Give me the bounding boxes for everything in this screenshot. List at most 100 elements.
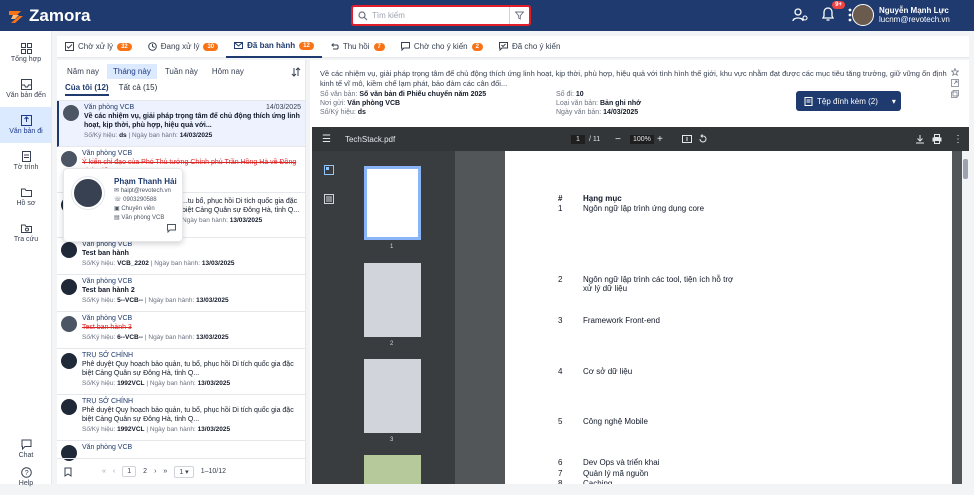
lock-icon[interactable] bbox=[63, 467, 73, 477]
prev-page-icon[interactable]: ‹ bbox=[113, 468, 115, 475]
popup-phone: ☏ 0903290588 bbox=[114, 197, 157, 203]
user-menu[interactable]: Nguyễn Mạnh Lực lucnm@revotech.vn bbox=[852, 4, 950, 26]
profile-popup: Phạm Thanh Hải ✉ haipt@revotech.vn ☏ 090… bbox=[63, 168, 183, 242]
zoom-out-icon[interactable]: − bbox=[615, 134, 621, 145]
comment-check-icon bbox=[498, 42, 508, 51]
tab-da-cho-y-kien[interactable]: Đã cho ý kiến bbox=[491, 36, 568, 58]
app-logo[interactable]: Zamora bbox=[7, 6, 90, 26]
page-thumbnail[interactable] bbox=[364, 455, 421, 484]
page-size-select[interactable]: 1 ▾ bbox=[174, 465, 194, 478]
pdf-viewer: ☰ TechStack.pdf 1 / 11 − 100% + ⋮ 1 2 3 … bbox=[312, 127, 969, 484]
nav-label: Tra cứu bbox=[13, 236, 39, 243]
star-icon[interactable] bbox=[951, 68, 959, 76]
item-meta: Số/Ký hiệu: ds | Ngày ban hành: 14/03/20… bbox=[84, 132, 213, 139]
undo-icon bbox=[331, 43, 339, 50]
popup-org: ▤ Văn phòng VCB bbox=[114, 215, 165, 221]
attachments-button[interactable]: Tệp đính kèm (2) ▾ bbox=[796, 91, 901, 111]
page-2[interactable]: 2 bbox=[143, 468, 147, 475]
scope-cua-toi[interactable]: Của tôi (12) bbox=[65, 83, 109, 96]
header-num: # bbox=[558, 194, 563, 203]
more-options-icon[interactable]: ⋮ bbox=[953, 134, 963, 145]
period-thang-nay[interactable]: Tháng này bbox=[107, 64, 157, 79]
list-item[interactable]: TRỤ SỞ CHÍNH Phê duyệt Quy hoạch bảo quả… bbox=[57, 349, 305, 395]
comment-icon bbox=[400, 42, 410, 51]
period-tuan-nay[interactable]: Tuần này bbox=[159, 64, 204, 79]
avatar bbox=[852, 4, 874, 26]
list-item[interactable]: TRỤ SỞ CHÍNH Phê duyệt Quy hoạch bảo quả… bbox=[57, 395, 305, 441]
user-settings-icon[interactable] bbox=[792, 7, 808, 23]
user-email: lucnm@revotech.vn bbox=[879, 15, 950, 24]
pdf-filename: TechStack.pdf bbox=[344, 134, 396, 144]
item-meta: Ngày ban hành: 13/03/2025 bbox=[182, 217, 263, 224]
next-page-icon[interactable]: › bbox=[154, 468, 156, 475]
page-thumbnail[interactable] bbox=[364, 359, 421, 433]
download-icon[interactable] bbox=[915, 134, 925, 144]
fit-page-icon[interactable] bbox=[682, 134, 692, 144]
pdf-page-input[interactable]: 1 bbox=[571, 134, 585, 144]
rotate-icon[interactable] bbox=[698, 134, 708, 144]
thumbnails-icon[interactable] bbox=[324, 165, 334, 175]
avatar bbox=[61, 316, 77, 332]
menu-icon[interactable]: ☰ bbox=[322, 134, 331, 145]
tab-dang-xu-ly[interactable]: Đang xử lý 30 bbox=[140, 36, 226, 58]
period-hom-nay[interactable]: Hôm nay bbox=[206, 64, 250, 79]
sort-icon[interactable] bbox=[291, 66, 301, 77]
zoom-in-icon[interactable]: + bbox=[657, 134, 663, 145]
row-num: 7 bbox=[558, 469, 563, 478]
pdf-thumbnails: 1 2 3 bbox=[312, 151, 455, 484]
message-icon[interactable] bbox=[167, 224, 176, 233]
pagination: « ‹ 1 2 › » 1 ▾ 1–10/12 bbox=[57, 458, 306, 484]
list-item[interactable]: Văn phòng VCB Test ban hành 3 Số/Ký hiệu… bbox=[57, 312, 305, 349]
nav-item-to-trinh[interactable]: Tờ trình bbox=[0, 143, 52, 179]
tab-count: 2 bbox=[471, 42, 483, 51]
nav-item-tong-hop[interactable]: Tổng hợp bbox=[0, 35, 52, 71]
last-page-icon[interactable]: » bbox=[163, 468, 167, 475]
progress-icon bbox=[147, 42, 157, 51]
copy-icon[interactable] bbox=[951, 90, 959, 98]
scrollbar[interactable] bbox=[962, 151, 969, 484]
item-org: Văn phòng VCB bbox=[82, 278, 133, 285]
first-page-icon[interactable]: « bbox=[102, 468, 106, 475]
outline-icon[interactable] bbox=[324, 194, 334, 204]
mail-icon bbox=[234, 42, 244, 49]
period-nam-nay[interactable]: Năm nay bbox=[61, 64, 105, 79]
row-text: Dev Ops và triển khai bbox=[583, 458, 660, 467]
item-title: Phê duyệt Quy hoạch bảo quản, tu bổ, phụ… bbox=[82, 361, 294, 377]
print-icon[interactable] bbox=[932, 134, 942, 144]
tab-cho-cho-y-kien[interactable]: Chờ cho ý kiến 2 bbox=[393, 36, 491, 58]
list-item[interactable]: Văn phòng VCB Test ban hành 2 Số/Ký hiệu… bbox=[57, 275, 305, 312]
nav-label: Văn bản đi bbox=[9, 128, 43, 135]
pdf-page-total: / 11 bbox=[589, 135, 601, 143]
share-icon[interactable] bbox=[951, 79, 959, 87]
inbox-icon bbox=[20, 79, 32, 90]
nav-item-tra-cuu[interactable]: Tra cứu bbox=[0, 215, 52, 251]
nav-item-van-ban-den[interactable]: Văn bản đến bbox=[0, 71, 52, 107]
item-meta: Số/Ký hiệu: VCB_2202 | Ngày ban hành: 13… bbox=[82, 260, 235, 267]
page-thumbnail[interactable] bbox=[364, 166, 421, 240]
list-item[interactable]: Văn phòng VCB Test ban hành Số/Ký hiệu: … bbox=[57, 238, 305, 275]
page-1[interactable]: 1 bbox=[122, 466, 137, 477]
tab-cho-xu-ly[interactable]: Chờ xử lý 32 bbox=[57, 36, 140, 58]
filter-icon bbox=[515, 11, 524, 20]
notifications-button[interactable]: 9+ bbox=[820, 1, 845, 24]
nav-item-van-ban-di[interactable]: Văn bản đi bbox=[0, 107, 52, 143]
tab-count: 32 bbox=[117, 42, 132, 51]
pdf-zoom-level[interactable]: 100% bbox=[630, 134, 654, 144]
scrollbar-thumb[interactable] bbox=[963, 159, 968, 179]
tab-thu-hoi[interactable]: Thu hồi 7 bbox=[322, 36, 393, 58]
detail-side-actions bbox=[951, 68, 959, 98]
scope-tat-ca[interactable]: Tất cả (15) bbox=[119, 83, 158, 96]
page-thumbnail[interactable] bbox=[364, 263, 421, 337]
list-item[interactable]: Văn phòng VCB 14/03/2025 Về các nhiệm vụ,… bbox=[57, 101, 305, 147]
search-input[interactable]: Tìm kiếm bbox=[372, 11, 509, 20]
search-box[interactable]: Tìm kiếm bbox=[351, 5, 531, 26]
pdf-page: # Hạng mục 1 Ngôn ngữ lập trình ứng dụng… bbox=[505, 151, 952, 484]
tab-count: 30 bbox=[203, 42, 219, 51]
nav-item-help[interactable]: ? Help bbox=[0, 459, 52, 495]
row-num: 1 bbox=[558, 204, 563, 213]
user-name: Nguyễn Mạnh Lực bbox=[879, 6, 949, 15]
filter-button[interactable] bbox=[509, 7, 529, 24]
nav-item-ho-so[interactable]: Hồ sơ bbox=[0, 179, 52, 215]
tab-da-ban-hanh[interactable]: Đã ban hành 12 bbox=[226, 36, 322, 58]
dashboard-icon bbox=[20, 43, 32, 54]
